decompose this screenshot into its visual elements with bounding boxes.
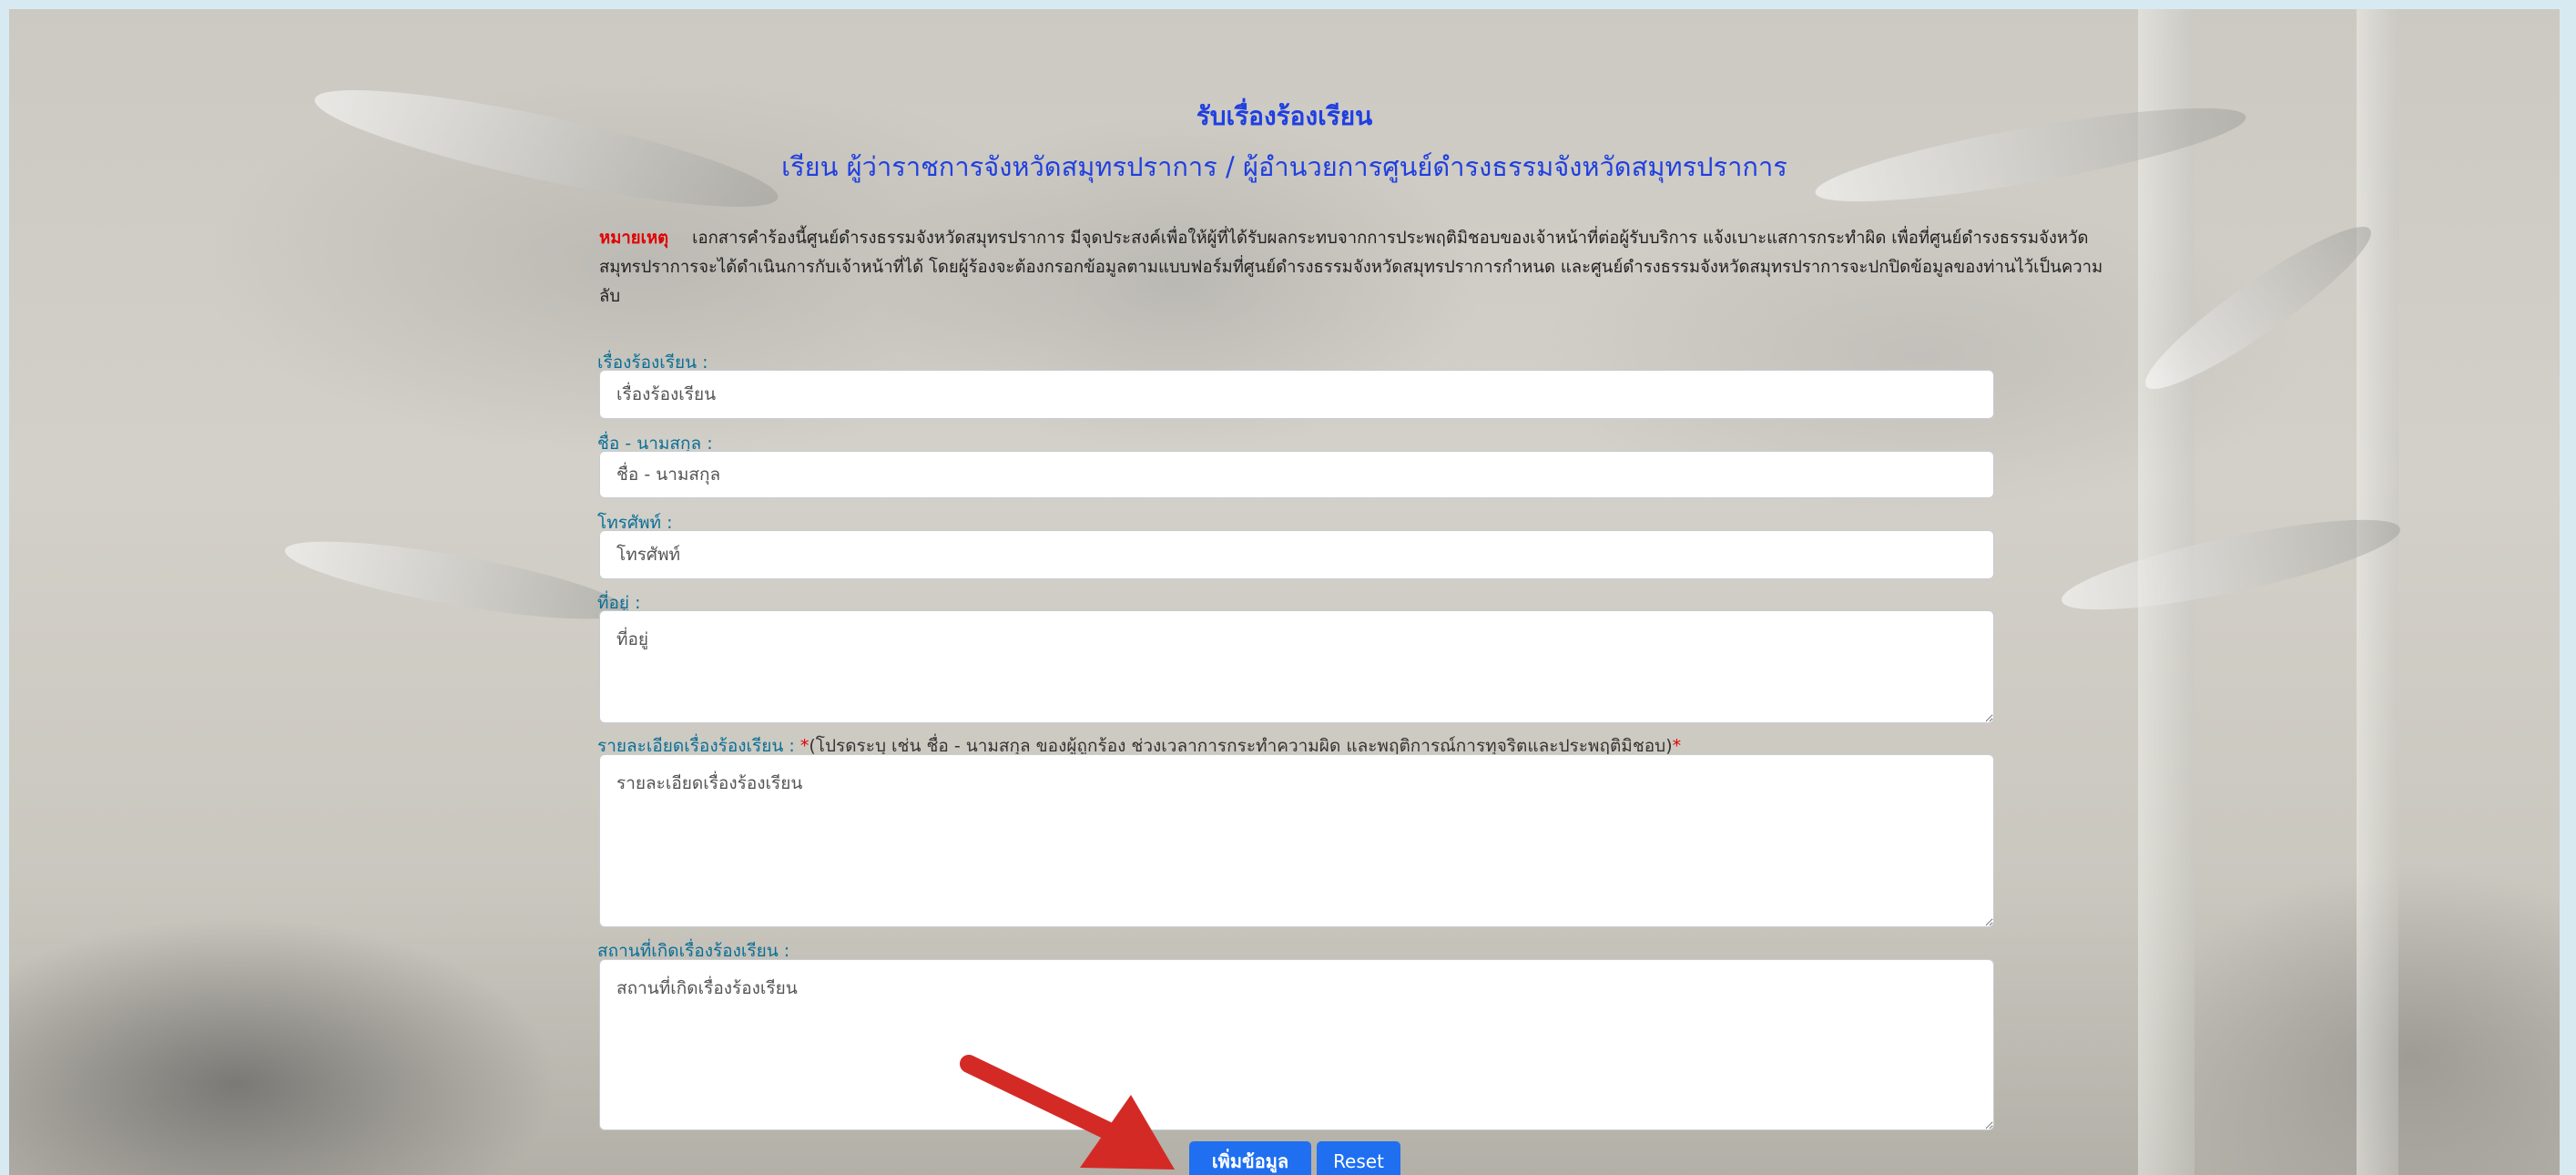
page-subtitle: เรียน ผู้ว่าราชการจังหวัดสมุทรปราการ / ผ… (781, 151, 1787, 182)
location-textarea[interactable] (599, 959, 1994, 1130)
phone-input[interactable] (599, 530, 1994, 579)
address-textarea[interactable] (599, 610, 1994, 723)
required-mark: * (799, 736, 809, 756)
background-bird-wing (2055, 502, 2407, 628)
submit-button[interactable]: เพิ่มข้อมูล (1189, 1141, 1311, 1175)
details-label-text: รายละเอียดเรื่องร้องเรียน : (597, 736, 795, 756)
notice-paragraph: หมายเหตุ เอกสารคำร้องนี้ศูนย์ดำรงธรรมจังห… (599, 224, 2106, 312)
details-hint: (โปรดระบุ เช่น ชื่อ - นามสกุล ของผู้ถูกร… (809, 736, 1673, 756)
notice-text: เอกสารคำร้องนี้ศูนย์ดำรงธรรมจังหวัดสมุทร… (599, 229, 2103, 306)
details-textarea[interactable] (599, 754, 1994, 927)
page-background: รับเรื่องร้องเรียน เรียน ผู้ว่าราชการจัง… (9, 9, 2560, 1175)
background-bird-wing (2132, 209, 2385, 407)
notice-label: หมายเหตุ (599, 229, 669, 248)
reset-button[interactable]: Reset (1317, 1141, 1400, 1175)
page-title: รับเรื่องร้องเรียน (1196, 101, 1373, 131)
pointer-arrow-icon (960, 1055, 1175, 1170)
subject-input[interactable] (599, 370, 1994, 419)
required-mark: * (1672, 736, 1682, 756)
background-bird-wing (280, 526, 630, 635)
name-input[interactable] (599, 451, 1994, 498)
